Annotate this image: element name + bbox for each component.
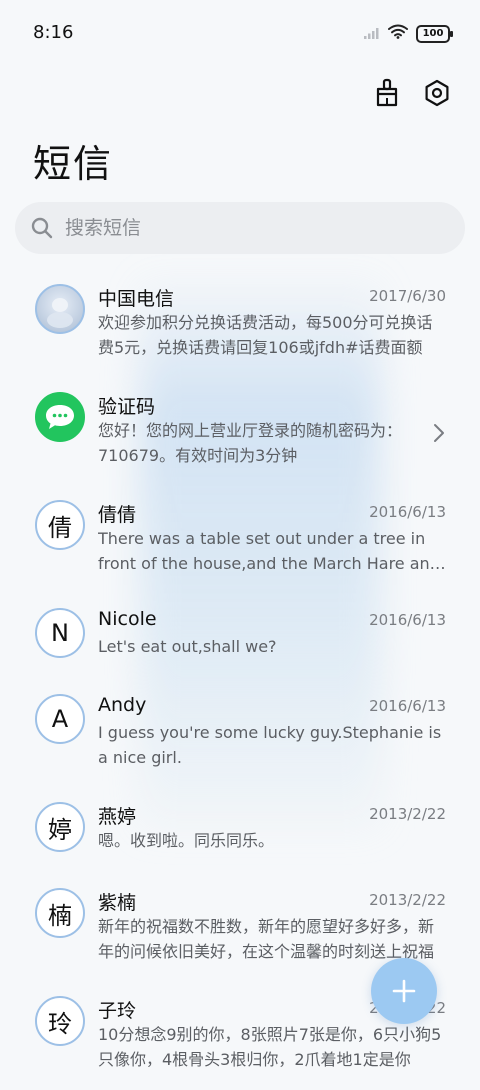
contact-name: 紫楠 bbox=[98, 892, 137, 914]
search-bar[interactable] bbox=[15, 202, 465, 254]
search-input[interactable] bbox=[63, 216, 447, 240]
contact-name: 燕婷 bbox=[98, 806, 137, 828]
message-preview: 嗯。收到啦。同乐同乐。 bbox=[98, 831, 275, 850]
status-time: 8:16 bbox=[33, 22, 74, 43]
message-preview: Let's eat out,shall we? bbox=[98, 637, 277, 656]
conversation-item[interactable]: N Nicole 2016/6/13 Let's eat out,shall w… bbox=[0, 594, 480, 680]
signal-icon bbox=[364, 24, 380, 43]
contact-name: 倩倩 bbox=[98, 504, 137, 526]
message-date: 2013/2/22 bbox=[369, 891, 446, 909]
avatar: 玲 bbox=[35, 996, 85, 1046]
message-date: 2016/6/13 bbox=[369, 697, 446, 715]
settings-icon[interactable] bbox=[422, 78, 452, 108]
avatar: A bbox=[35, 694, 85, 744]
plus-icon bbox=[392, 979, 416, 1003]
message-preview: 新年的祝福数不胜数，新年的愿望好多好多，新年的问候依旧美好，在这个温馨的时刻送上… bbox=[98, 917, 435, 961]
contact-name: Andy bbox=[98, 694, 147, 716]
message-preview: I guess you're some lucky guy.Stephanie … bbox=[98, 723, 442, 767]
wifi-icon bbox=[388, 24, 408, 43]
message-preview: 欢迎参加积分兑换话费活动，每500分可兑换话费5元，兑换话费请回复106或jfd… bbox=[98, 313, 433, 357]
conversation-item[interactable]: 婷 燕婷 2013/2/22 嗯。收到啦。同乐同乐。 bbox=[0, 788, 480, 874]
contact-name: 子玲 bbox=[98, 1000, 137, 1022]
contact-name: 中国电信 bbox=[98, 288, 175, 310]
sms-bubble-icon bbox=[35, 392, 85, 442]
message-preview: There was a table set out under a tree i… bbox=[98, 529, 440, 573]
status-bar: 8:16 100 bbox=[0, 0, 480, 68]
broom-icon[interactable] bbox=[372, 78, 402, 108]
avatar: 婷 bbox=[35, 802, 85, 852]
message-date: 2017/6/30 bbox=[369, 287, 446, 305]
avatar bbox=[35, 284, 85, 334]
status-icons: 100 bbox=[364, 24, 453, 43]
conversation-item[interactable]: A Andy 2016/6/13 I guess you're some luc… bbox=[0, 680, 480, 788]
avatar: N bbox=[35, 608, 85, 658]
search-icon bbox=[29, 215, 55, 241]
contact-name: 验证码 bbox=[98, 396, 156, 418]
avatar: 倩 bbox=[35, 500, 85, 550]
conversation-item[interactable]: 倩 倩倩 2016/6/13 There was a table set out… bbox=[0, 486, 480, 594]
top-actions bbox=[372, 78, 452, 108]
battery-indicator: 100 bbox=[416, 24, 453, 43]
compose-button[interactable] bbox=[371, 958, 437, 1024]
contact-name: Nicole bbox=[98, 608, 157, 630]
message-preview: 10分想念9别的你，8张照片7张是你，6只小狗5只像你，4根骨头3根归你，2爪着… bbox=[98, 1025, 442, 1069]
message-date: 2016/6/13 bbox=[369, 503, 446, 521]
page-title: 短信 bbox=[33, 142, 114, 186]
conversation-item[interactable]: 验证码 您好！您的网上营业厅登录的随机密码为：710679。有效时间为3分钟 bbox=[0, 378, 480, 486]
message-date: 2013/2/22 bbox=[369, 805, 446, 823]
avatar: 楠 bbox=[35, 888, 85, 938]
message-preview: 您好！您的网上营业厅登录的随机密码为：710679。有效时间为3分钟 bbox=[98, 421, 403, 465]
conversation-item[interactable]: 中国电信 2017/6/30 欢迎参加积分兑换话费活动，每500分可兑换话费5元… bbox=[0, 270, 480, 378]
message-date: 2016/6/13 bbox=[369, 611, 446, 629]
chevron-right-icon bbox=[434, 424, 444, 442]
